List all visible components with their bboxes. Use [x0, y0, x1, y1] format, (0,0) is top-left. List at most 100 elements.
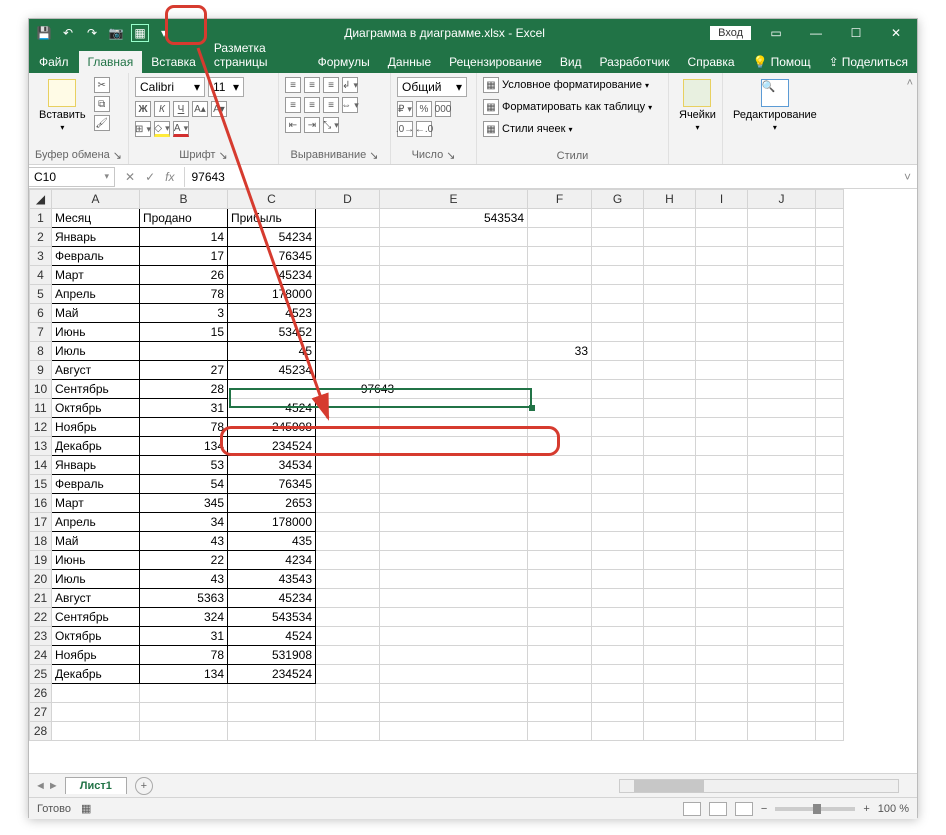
merge-cells-icon[interactable]: ⇔: [342, 97, 358, 113]
cell-B1[interactable]: Продано: [140, 209, 228, 228]
cell-B11[interactable]: 31: [140, 399, 228, 418]
name-box[interactable]: C10▾: [29, 167, 115, 187]
cell-A8[interactable]: Июль: [52, 342, 140, 361]
tab-insert[interactable]: Вставка: [142, 51, 205, 73]
share-button[interactable]: ⇪Поделиться: [820, 51, 917, 73]
row-header-13[interactable]: 13: [30, 437, 52, 456]
underline-button[interactable]: Ч: [173, 101, 189, 117]
cell-C9[interactable]: 45234: [228, 361, 316, 380]
cell-C1[interactable]: Прибыль: [228, 209, 316, 228]
fx-icon[interactable]: fx: [165, 170, 174, 184]
cell-A15[interactable]: Февраль: [52, 475, 140, 494]
cell-A5[interactable]: Апрель: [52, 285, 140, 304]
cell-F8[interactable]: 33: [528, 342, 592, 361]
row-header-22[interactable]: 22: [30, 608, 52, 627]
row-header-12[interactable]: 12: [30, 418, 52, 437]
tab-home[interactable]: Главная: [79, 51, 143, 73]
cell-A10[interactable]: Сентябрь: [52, 380, 140, 399]
cell-B12[interactable]: 78: [140, 418, 228, 437]
tab-view[interactable]: Вид: [551, 51, 591, 73]
cell-C5[interactable]: 178000: [228, 285, 316, 304]
cell-C21[interactable]: 45234: [228, 589, 316, 608]
maximize-icon[interactable]: ☐: [841, 23, 871, 43]
cell-A2[interactable]: Январь: [52, 228, 140, 247]
bold-button[interactable]: Ж: [135, 101, 151, 117]
font-color-icon[interactable]: A: [173, 121, 189, 137]
fill-color-icon[interactable]: ◇: [154, 121, 170, 137]
cell-A11[interactable]: Октябрь: [52, 399, 140, 418]
row-header-18[interactable]: 18: [30, 532, 52, 551]
cell-B17[interactable]: 34: [140, 513, 228, 532]
font-name-selector[interactable]: Calibri▾: [135, 77, 205, 97]
add-sheet-button[interactable]: +: [135, 777, 153, 795]
cell-B16[interactable]: 345: [140, 494, 228, 513]
cell-C7[interactable]: 53452: [228, 323, 316, 342]
worksheet-grid[interactable]: ◢ABCDEFGHIJ1МесяцПроданоПрибыль5435342Ян…: [29, 189, 917, 773]
comma-format-icon[interactable]: 000: [435, 101, 451, 117]
zoom-level[interactable]: 100 %: [878, 803, 909, 815]
cell-A1[interactable]: Месяц: [52, 209, 140, 228]
select-all-cell[interactable]: ◢: [30, 190, 52, 209]
cell-C2[interactable]: 54234: [228, 228, 316, 247]
increase-decimal-icon[interactable]: .0→: [397, 121, 413, 137]
decrease-decimal-icon[interactable]: ←.0: [416, 121, 432, 137]
cell-B15[interactable]: 54: [140, 475, 228, 494]
column-header-I[interactable]: I: [696, 190, 748, 209]
sheet-nav-prev-icon[interactable]: ◄: [35, 780, 46, 792]
format-painter-icon[interactable]: 🖌: [94, 115, 110, 131]
cell-B24[interactable]: 78: [140, 646, 228, 665]
cell-B18[interactable]: 43: [140, 532, 228, 551]
cell-C15[interactable]: 76345: [228, 475, 316, 494]
cell-A9[interactable]: Август: [52, 361, 140, 380]
minimize-icon[interactable]: —: [801, 23, 831, 43]
cancel-formula-icon[interactable]: ✕: [125, 170, 135, 184]
cell-C16[interactable]: 2653: [228, 494, 316, 513]
page-break-view-icon[interactable]: [735, 802, 753, 816]
cell-B14[interactable]: 53: [140, 456, 228, 475]
cell-B2[interactable]: 14: [140, 228, 228, 247]
sheet-tab[interactable]: Лист1: [65, 777, 127, 794]
cell-C20[interactable]: 43543: [228, 570, 316, 589]
row-header-6[interactable]: 6: [30, 304, 52, 323]
cell-C17[interactable]: 178000: [228, 513, 316, 532]
cell-B7[interactable]: 15: [140, 323, 228, 342]
cell-B8[interactable]: [140, 342, 228, 361]
row-header-14[interactable]: 14: [30, 456, 52, 475]
tab-developer[interactable]: Разработчик: [591, 51, 679, 73]
tab-data[interactable]: Данные: [379, 51, 440, 73]
editing-button[interactable]: 🔍Редактирование▾: [729, 77, 821, 134]
wrap-text-icon[interactable]: ↲: [342, 77, 358, 93]
row-header-19[interactable]: 19: [30, 551, 52, 570]
cell-B23[interactable]: 31: [140, 627, 228, 646]
format-as-table-button[interactable]: ▦Форматировать как таблицу▾: [483, 99, 652, 115]
cell-A16[interactable]: Март: [52, 494, 140, 513]
increase-indent-icon[interactable]: ⇥: [304, 117, 320, 133]
cell-C10-merged[interactable]: 97643: [228, 380, 528, 399]
row-header-2[interactable]: 2: [30, 228, 52, 247]
redo-icon[interactable]: ↷: [83, 24, 101, 42]
borders-icon[interactable]: ⊞: [135, 121, 151, 137]
cell-B21[interactable]: 5363: [140, 589, 228, 608]
row-header-3[interactable]: 3: [30, 247, 52, 266]
sheet-nav-next-icon[interactable]: ►: [48, 780, 59, 792]
column-header-A[interactable]: A: [52, 190, 140, 209]
save-icon[interactable]: 💾: [35, 24, 53, 42]
horizontal-scrollbar[interactable]: [619, 779, 899, 793]
cell-A23[interactable]: Октябрь: [52, 627, 140, 646]
tab-help[interactable]: Справка: [679, 51, 744, 73]
column-header-C[interactable]: C: [228, 190, 316, 209]
column-header-D[interactable]: D: [316, 190, 380, 209]
row-header-17[interactable]: 17: [30, 513, 52, 532]
align-right-icon[interactable]: ≡: [323, 97, 339, 113]
row-header-20[interactable]: 20: [30, 570, 52, 589]
cell-C8[interactable]: 45: [228, 342, 316, 361]
dialog-launcher-icon[interactable]: ↘: [369, 149, 378, 162]
tab-page-layout[interactable]: Разметка страницы: [205, 37, 309, 73]
align-center-icon[interactable]: ≡: [304, 97, 320, 113]
cell-B9[interactable]: 27: [140, 361, 228, 380]
orientation-icon[interactable]: ⤡: [323, 117, 339, 133]
camera-icon[interactable]: 📷: [107, 24, 125, 42]
page-layout-view-icon[interactable]: [709, 802, 727, 816]
cell-A22[interactable]: Сентябрь: [52, 608, 140, 627]
row-header-4[interactable]: 4: [30, 266, 52, 285]
